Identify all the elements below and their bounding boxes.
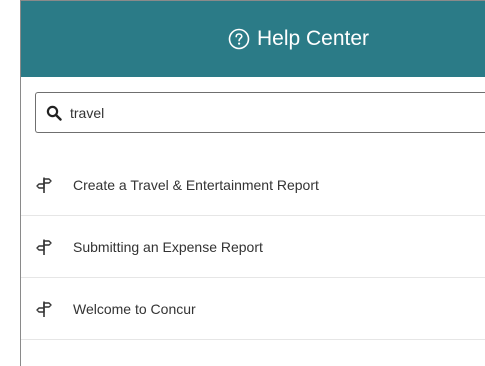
search-results-list: Create a Travel & Entertainment Report S… [21, 154, 485, 340]
question-circle-icon [228, 28, 250, 50]
result-item[interactable]: Create a Travel & Entertainment Report [21, 154, 485, 216]
header-title-group: Help Center [228, 27, 369, 51]
help-center-panel: Help Center Create a Travel & Entertainm… [20, 0, 485, 366]
result-item[interactable]: Welcome to Concur [21, 278, 485, 340]
result-item-label: Create a Travel & Entertainment Report [73, 176, 319, 193]
signpost-icon [36, 177, 52, 193]
help-center-header: Help Center [21, 1, 485, 77]
result-item-label: Welcome to Concur [73, 300, 196, 317]
page-title: Help Center [256, 27, 370, 50]
search-icon [46, 105, 62, 121]
signpost-icon [36, 301, 52, 317]
search-box[interactable] [35, 92, 485, 133]
search-input[interactable] [70, 104, 470, 121]
signpost-icon [36, 239, 52, 255]
result-item[interactable]: Submitting an Expense Report [21, 216, 485, 278]
result-item-label: Submitting an Expense Report [73, 238, 263, 255]
